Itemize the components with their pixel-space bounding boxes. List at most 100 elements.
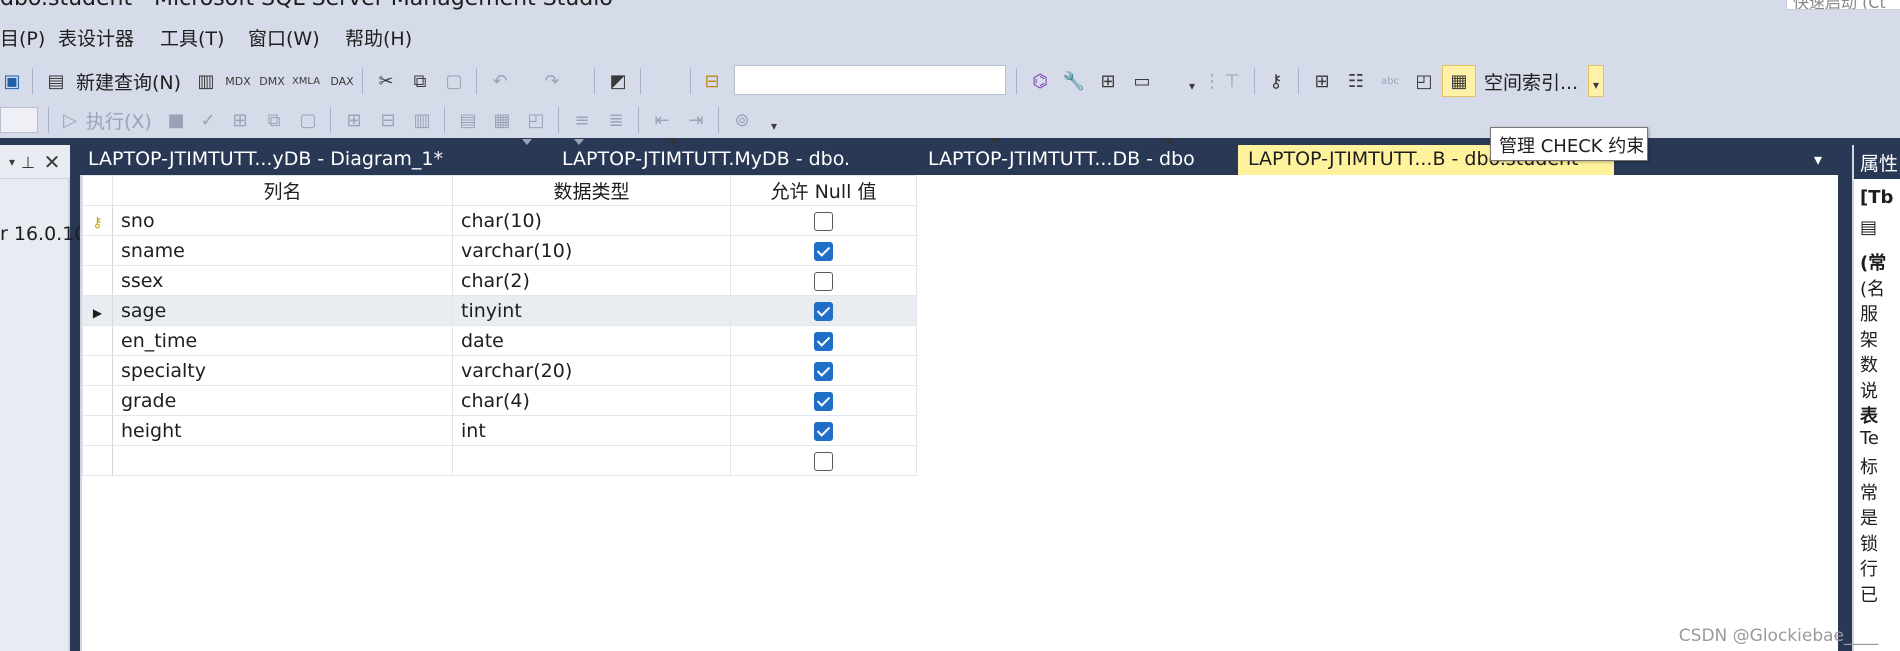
data-type-cell[interactable]: varchar(20) [452,355,731,386]
column-name-cell[interactable]: sno [112,205,453,236]
menu-tools[interactable]: 工具(T) [160,24,224,51]
property-item[interactable]: 表 [1860,402,1878,428]
row-selector[interactable] [82,325,113,356]
data-type-cell[interactable] [452,445,731,476]
xml-index-icon[interactable]: ◰ [1412,69,1436,93]
comment-icon[interactable]: ≡ [570,108,594,132]
dax-query-icon[interactable]: DAX [330,69,354,93]
database-dropdown[interactable] [734,65,1006,95]
allow-null-checkbox[interactable] [814,391,833,411]
disabled-tool-icon[interactable]: ⊤ [1220,69,1244,93]
row-selector[interactable]: ⚷ [82,205,113,236]
mdx-query-icon[interactable]: MDX [225,69,251,93]
column-name-cell[interactable]: ssex [112,265,453,296]
redo-icon[interactable]: ↷ [540,69,564,93]
cancel-query-icon[interactable]: ■ [164,108,188,132]
data-type-cell[interactable]: int [452,415,731,446]
allow-null-checkbox[interactable] [814,301,833,321]
property-item[interactable]: 是 [1860,504,1878,530]
database-engine-query-icon[interactable]: ▥ [194,69,218,93]
column-name-cell[interactable]: sname [112,235,453,266]
primary-key-icon[interactable]: ⚷ [1264,69,1288,93]
column-name-cell[interactable]: specialty [112,355,453,386]
table-row[interactable] [82,445,917,476]
property-item[interactable]: 已 [1860,581,1878,607]
include-plan-icon[interactable]: ⊞ [342,108,366,132]
categorized-icon[interactable]: ▤ [1860,217,1877,238]
property-item[interactable]: 服 [1860,300,1878,326]
tab-list-dropdown-icon[interactable]: ▾ [1806,147,1830,171]
allow-null-checkbox[interactable] [814,241,833,261]
allow-null-checkbox[interactable] [814,211,833,231]
property-item[interactable]: 标 [1860,453,1878,479]
row-selector[interactable] [82,355,113,386]
fulltext-index-icon[interactable]: abc [1378,69,1402,93]
increase-indent-icon[interactable]: ⇥ [684,108,708,132]
table-row[interactable]: ⚷ sno char(10) [82,205,917,236]
copy-icon[interactable]: ⧉ [408,69,432,93]
results-file-icon[interactable]: ◰ [524,108,548,132]
column-name-cell[interactable]: height [112,415,453,446]
undo-icon[interactable]: ↶ [488,69,512,93]
close-icon[interactable]: ✕ [40,150,64,174]
specify-template-icon[interactable]: ⊚ [730,108,754,132]
table-row[interactable]: height int [82,415,917,446]
properties-wrench-icon[interactable]: 🔧 [1062,69,1086,93]
table-row[interactable]: ssex char(2) [82,265,917,296]
database-dropdown-chevron-icon[interactable] [990,138,1000,144]
table-row[interactable]: ▶ sage tinyint [82,295,917,326]
data-type-cell[interactable]: char(2) [452,265,731,296]
save-all-icon[interactable]: ▣ [0,69,24,93]
tab-dbo-sc[interactable]: LAPTOP-JTIMTUTT.MyDB - dbo.Sc [480,145,848,175]
relationships-icon[interactable]: ⊞ [1310,69,1334,93]
execute-button[interactable]: 执行(X) [86,107,152,134]
column-name-cell[interactable]: sage [112,295,453,326]
toolbox-icon[interactable]: ⊞ [1096,69,1120,93]
toolbar-overflow-icon[interactable]: ▾ [762,114,786,138]
pin-icon[interactable]: ⊥ [16,150,40,174]
row-selector[interactable] [82,445,113,476]
results-grid-icon[interactable]: ▦ [490,108,514,132]
results-text-icon[interactable]: ▤ [456,108,480,132]
row-selector[interactable] [82,415,113,446]
new-query-icon[interactable]: ▤ [44,69,68,93]
new-query-button[interactable]: 新建查询(N) [76,68,181,95]
property-item[interactable]: (常 [1860,249,1886,275]
xmla-query-icon[interactable]: XMLA [292,69,320,93]
data-type-cell[interactable]: char(4) [452,385,731,416]
menu-project[interactable]: 目(P) [0,24,45,51]
allow-null-checkbox[interactable] [814,451,833,471]
intellisense-icon[interactable]: ▢ [296,108,320,132]
visual-studio-icon[interactable]: ⌬ [1028,69,1052,93]
property-item[interactable]: Te [1860,428,1879,449]
allow-null-checkbox[interactable] [814,421,833,441]
property-item[interactable]: 常 [1860,479,1878,505]
allow-null-checkbox[interactable] [814,361,833,381]
command-window-icon[interactable]: ▭ [1130,69,1154,93]
allow-null-checkbox[interactable] [814,271,833,291]
property-item[interactable]: (名 [1860,275,1885,301]
row-selector[interactable] [82,235,113,266]
manage-indexes-icon[interactable]: ☷ [1344,69,1368,93]
available-databases-icon[interactable]: ⊟ [700,69,724,93]
data-type-cell[interactable]: varchar(10) [452,235,731,266]
query-options-icon[interactable]: ⧉ [262,108,286,132]
estimated-plan-icon[interactable]: ⊞ [228,108,252,132]
check-constraints-icon[interactable]: ▦ [1447,69,1471,93]
quick-launch-input[interactable]: 快速启动 (Ct [1786,0,1900,10]
menu-help[interactable]: 帮助(H) [345,24,412,51]
property-item[interactable]: 说 [1860,377,1878,403]
toolbar-overflow-icon[interactable]: ▾ [1584,73,1608,97]
activity-monitor-icon[interactable]: ◩ [606,69,630,93]
column-name-cell[interactable]: en_time [112,325,453,356]
table-row[interactable]: specialty varchar(20) [82,355,917,386]
property-item[interactable]: 行 [1860,555,1878,581]
row-selector[interactable]: ▶ [82,295,113,326]
decrease-indent-icon[interactable]: ⇤ [650,108,674,132]
data-type-cell[interactable]: tinyint [452,295,731,326]
parse-icon[interactable]: ✓ [196,108,220,132]
property-item[interactable]: 数 [1860,351,1878,377]
table-row[interactable]: grade char(4) [82,385,917,416]
row-selector[interactable] [82,385,113,416]
table-row[interactable]: sname varchar(10) [82,235,917,266]
